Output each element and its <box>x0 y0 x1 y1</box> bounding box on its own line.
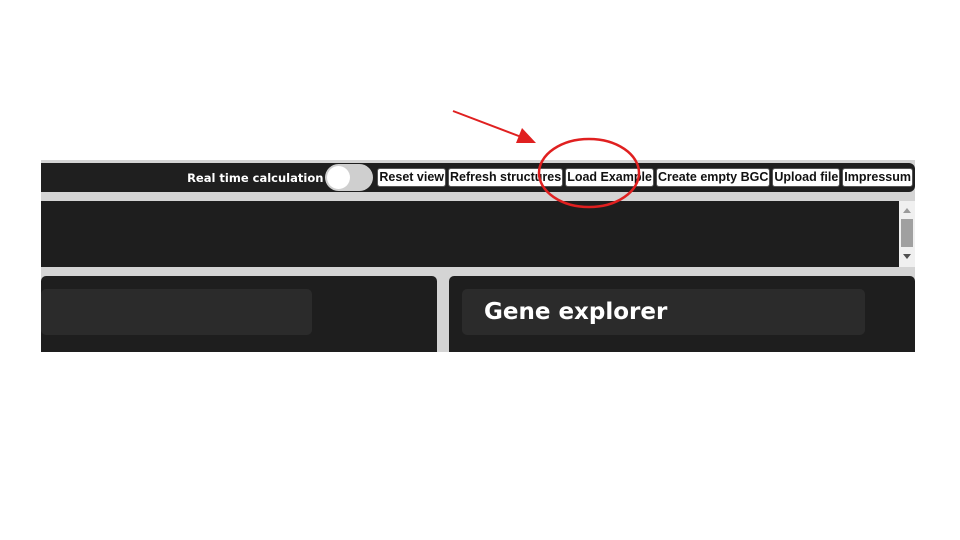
scroll-down-arrow-icon[interactable] <box>903 254 911 259</box>
toggle-knob <box>327 166 351 189</box>
realtime-calculation-label: Real time calculation <box>187 170 324 185</box>
scrollbar-thumb[interactable] <box>901 219 913 247</box>
log-panel <box>41 201 915 267</box>
app-screenshot-crop: Real time calculation Reset view Refresh… <box>41 160 915 352</box>
top-toolbar: Real time calculation Reset view Refresh… <box>41 163 915 192</box>
log-scrollbar[interactable] <box>899 201 915 267</box>
gene-explorer-header: Gene explorer <box>462 289 865 335</box>
pointer-arrow-line <box>452 110 525 139</box>
load-example-button[interactable]: Load Example <box>565 168 654 187</box>
left-panel-header <box>41 289 312 335</box>
realtime-calculation-toggle[interactable] <box>325 164 374 191</box>
stage: Real time calculation Reset view Refresh… <box>0 0 960 540</box>
reset-view-button[interactable]: Reset view <box>377 168 447 187</box>
scroll-up-arrow-icon[interactable] <box>903 208 911 213</box>
upload-file-button[interactable]: Upload file <box>772 168 841 187</box>
gene-explorer-title: Gene explorer <box>484 299 668 325</box>
create-empty-bgc-button[interactable]: Create empty BGC <box>655 168 771 187</box>
gene-explorer-panel: Gene explorer <box>449 276 915 352</box>
left-panel <box>41 276 437 352</box>
refresh-structures-button[interactable]: Refresh structures <box>448 168 564 187</box>
impressum-button[interactable]: Impressum <box>842 168 913 187</box>
pointer-arrowhead-icon <box>516 128 536 143</box>
